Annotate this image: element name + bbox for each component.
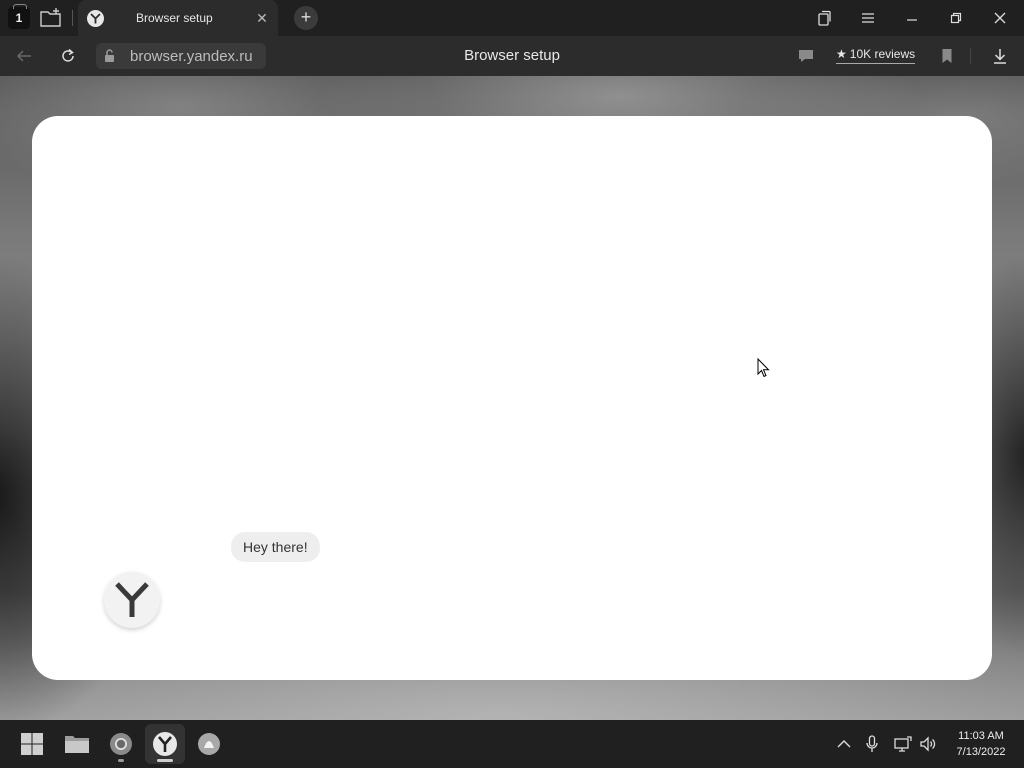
file-explorer-button[interactable] [57, 724, 97, 764]
greeting-bubble: Hey there! [231, 532, 320, 562]
active-indicator [157, 759, 173, 762]
minimize-icon[interactable] [898, 6, 926, 30]
mouse-cursor-icon [757, 357, 771, 378]
start-button[interactable] [12, 724, 52, 764]
tab-browser-setup[interactable]: Browser setup ✕ [78, 0, 278, 36]
clock-time: 11:03 AM [958, 730, 1004, 742]
setup-card: Hey there! [32, 116, 992, 680]
yandex-browser-icon [153, 732, 177, 756]
yandex-browser-button[interactable] [145, 724, 185, 764]
bookmark-icon[interactable] [935, 44, 959, 68]
windows-logo-icon [21, 733, 43, 755]
system-clock[interactable]: 11:03 AM 7/13/2022 [940, 728, 1022, 760]
tab-separator [72, 10, 73, 26]
star-icon: ★ [836, 47, 847, 61]
comments-icon[interactable] [794, 44, 818, 68]
new-tab-group-icon[interactable] [38, 6, 64, 30]
volume-icon[interactable] [917, 733, 939, 755]
yandex-assistant-avatar[interactable] [104, 572, 160, 628]
running-indicator [118, 759, 124, 762]
reviews-link[interactable]: ★ 10K reviews [836, 47, 916, 64]
reviews-label: 10K reviews [849, 47, 916, 61]
folder-icon [65, 736, 89, 753]
clock-date: 7/13/2022 [956, 746, 1006, 758]
tab-strip: 1 Browser setup ✕ + [0, 0, 1024, 36]
download-icon[interactable] [988, 44, 1012, 68]
toolbar-separator [970, 48, 971, 64]
close-window-icon[interactable] [986, 6, 1014, 30]
menu-icon[interactable] [854, 6, 882, 30]
chrome-button[interactable] [101, 724, 141, 764]
collections-icon[interactable] [810, 6, 838, 30]
alice-icon [198, 733, 220, 755]
yandex-favicon-icon [87, 10, 104, 27]
yandex-logo-icon [115, 582, 149, 617]
restore-icon[interactable] [942, 6, 970, 30]
tab-count: 1 [15, 11, 23, 25]
network-icon[interactable] [892, 733, 914, 755]
tab-count-button[interactable]: 1 [8, 4, 30, 29]
alice-button[interactable] [189, 724, 229, 764]
microphone-icon[interactable] [861, 733, 883, 755]
tab-title: Browser setup [136, 11, 213, 25]
new-tab-button[interactable]: + [294, 6, 318, 30]
show-hidden-icons-chevron-icon[interactable] [833, 733, 855, 755]
address-toolbar: browser.yandex.ru Browser setup ★ 10K rev… [0, 36, 1024, 76]
chrome-icon [110, 733, 132, 755]
taskbar: 11:03 AM 7/13/2022 [0, 720, 1024, 768]
tab-close-icon[interactable]: ✕ [253, 9, 271, 27]
